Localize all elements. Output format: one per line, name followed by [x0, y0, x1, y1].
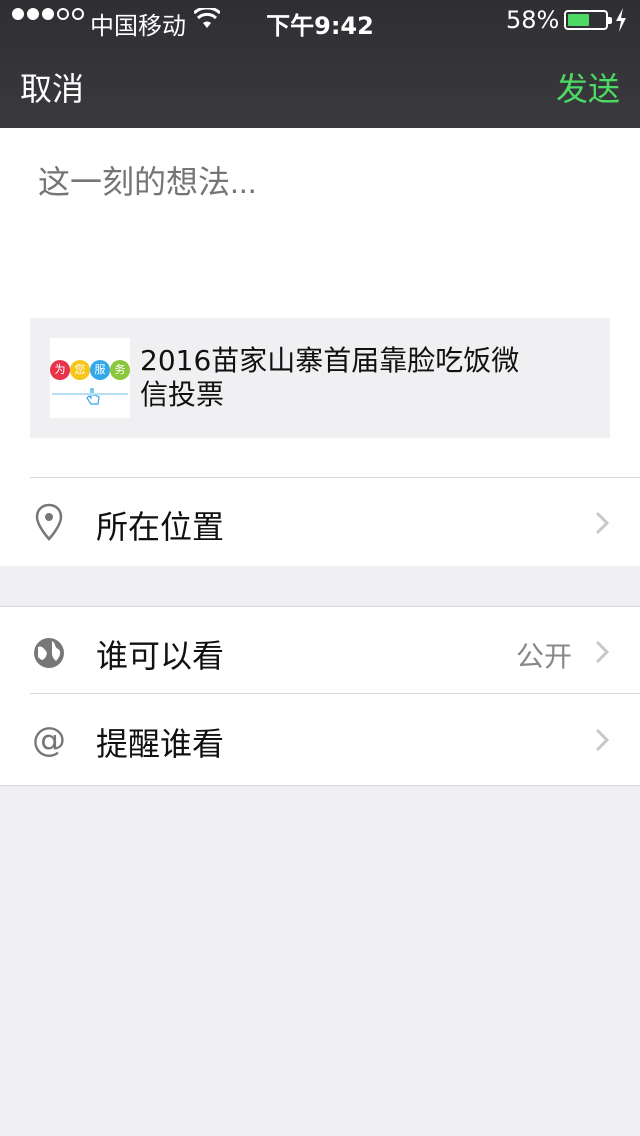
at-icon: @	[32, 720, 66, 759]
battery-percent: 58%	[506, 6, 560, 34]
chevron-right-icon	[595, 728, 610, 752]
chevron-right-icon	[595, 640, 610, 664]
svg-text:@: @	[32, 720, 66, 759]
battery-fill	[568, 14, 589, 26]
mention-row[interactable]: @ 提醒谁看	[0, 695, 640, 783]
cancel-button[interactable]: 取消	[20, 64, 84, 110]
battery-nub	[608, 17, 612, 24]
charging-bolt-icon	[616, 8, 626, 32]
privacy-section: 谁可以看 公开 @ 提醒谁看	[0, 606, 640, 786]
location-pin-icon	[35, 503, 63, 541]
shared-link-card[interactable]: 为您服务 2016苗家山寨首届靠脸吃饭微信投票	[30, 318, 610, 438]
thumbnail-bubble: 为	[50, 360, 70, 380]
thumbnail-bubble: 务	[110, 360, 130, 380]
thought-input[interactable]	[38, 164, 598, 201]
visibility-label: 谁可以看	[96, 637, 225, 675]
location-row[interactable]: 所在位置	[0, 478, 640, 566]
mention-label: 提醒谁看	[96, 725, 225, 763]
visibility-value: 公开	[515, 640, 572, 673]
send-button[interactable]: 发送	[556, 64, 620, 110]
divider	[30, 693, 640, 694]
link-thumbnail: 为您服务	[50, 338, 130, 418]
thumbnail-bubble: 服	[90, 360, 110, 380]
status-bar: 中国移动 下午9:42 58%	[0, 0, 640, 40]
thumbnail-underline	[52, 393, 128, 395]
visibility-row[interactable]: 谁可以看 公开	[0, 607, 640, 695]
thumbnail-bubble: 您	[70, 360, 90, 380]
chevron-right-icon	[595, 511, 610, 535]
compose-area: 为您服务 2016苗家山寨首届靠脸吃饭微信投票 所在位置	[0, 128, 640, 566]
location-label: 所在位置	[96, 508, 225, 546]
header: 中国移动 下午9:42 58% 取消 发送	[0, 0, 640, 128]
globe-icon	[34, 638, 64, 668]
link-title: 2016苗家山寨首届靠脸吃饭微信投票	[140, 344, 520, 411]
hand-pointer-icon	[86, 388, 100, 405]
battery-icon	[564, 10, 612, 30]
